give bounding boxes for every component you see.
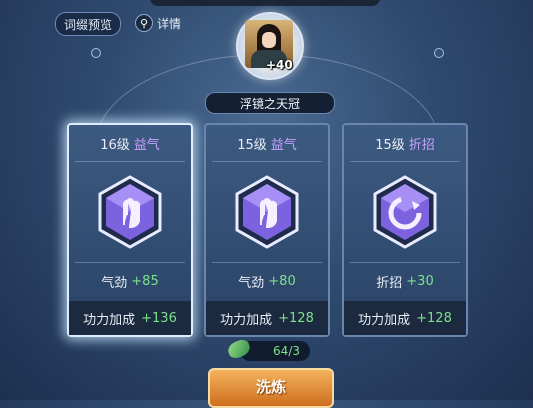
card-header: 15级 益气 (206, 125, 328, 161)
material-counter: 64/3 (240, 341, 310, 361)
equipment-name-plate: 浮镜之天冠 (205, 92, 335, 114)
stat-name: 气劲 (101, 275, 128, 291)
power-label: 功力加成 (220, 312, 273, 328)
card-header: 16级 益气 (69, 125, 191, 161)
power-value: +136 (141, 310, 177, 326)
search-icon: ⚲ (135, 14, 153, 32)
affix-preview-button[interactable]: 词缀预览 (55, 12, 122, 36)
power-value: +128 (416, 310, 452, 326)
card-header: 15级 折招 (344, 125, 466, 161)
stat-name: 气劲 (238, 275, 265, 291)
card-level: 15级 (375, 137, 405, 153)
card-attribute: 益气 (133, 137, 160, 153)
equipment-name: 浮镜之天冠 (239, 96, 300, 111)
card-level: 16级 (100, 137, 130, 153)
card-level: 15级 (237, 137, 267, 153)
enhance-level: +40 (266, 58, 293, 72)
card-power: 功力加成 +136 (69, 301, 191, 335)
card-attribute: 折招 (408, 137, 435, 153)
affix-card-1[interactable]: 16级 益气 气劲 +85 功力加成 +136 (67, 123, 193, 337)
power-value: +128 (278, 310, 314, 326)
arc-node-left (91, 48, 101, 58)
card-attribute: 益气 (270, 137, 297, 153)
affix-preview-label: 词缀预览 (64, 17, 113, 32)
stat-value: +30 (406, 273, 434, 289)
card-stat: 气劲 +80 (206, 263, 328, 299)
power-label: 功力加成 (358, 312, 411, 328)
parry-gem-icon (344, 162, 466, 262)
card-stat: 气劲 +85 (69, 263, 191, 299)
qi-gem-icon (206, 162, 328, 262)
power-label: 功力加成 (83, 312, 136, 328)
card-power: 功力加成 +128 (206, 301, 328, 335)
affix-card-2[interactable]: 15级 益气 气劲 +80 功力加成 +128 (204, 123, 330, 337)
card-stat: 折招 +30 (344, 263, 466, 299)
arc-node-right (434, 48, 444, 58)
wash-button[interactable]: 洗炼 (208, 368, 334, 408)
top-frame-edge (150, 0, 380, 6)
stat-name: 折招 (376, 275, 403, 291)
affix-card-3[interactable]: 15级 折招 折招 +30 功力加成 +128 (342, 123, 468, 337)
card-power: 功力加成 +128 (344, 301, 466, 335)
details-label: 详情 (157, 16, 182, 31)
stat-value: +80 (268, 273, 296, 289)
material-count: 64/3 (273, 344, 300, 358)
qi-gem-icon (69, 162, 191, 262)
stat-value: +85 (131, 273, 159, 289)
details-button[interactable]: ⚲ 详情 (135, 12, 181, 34)
wash-label: 洗炼 (255, 378, 286, 396)
